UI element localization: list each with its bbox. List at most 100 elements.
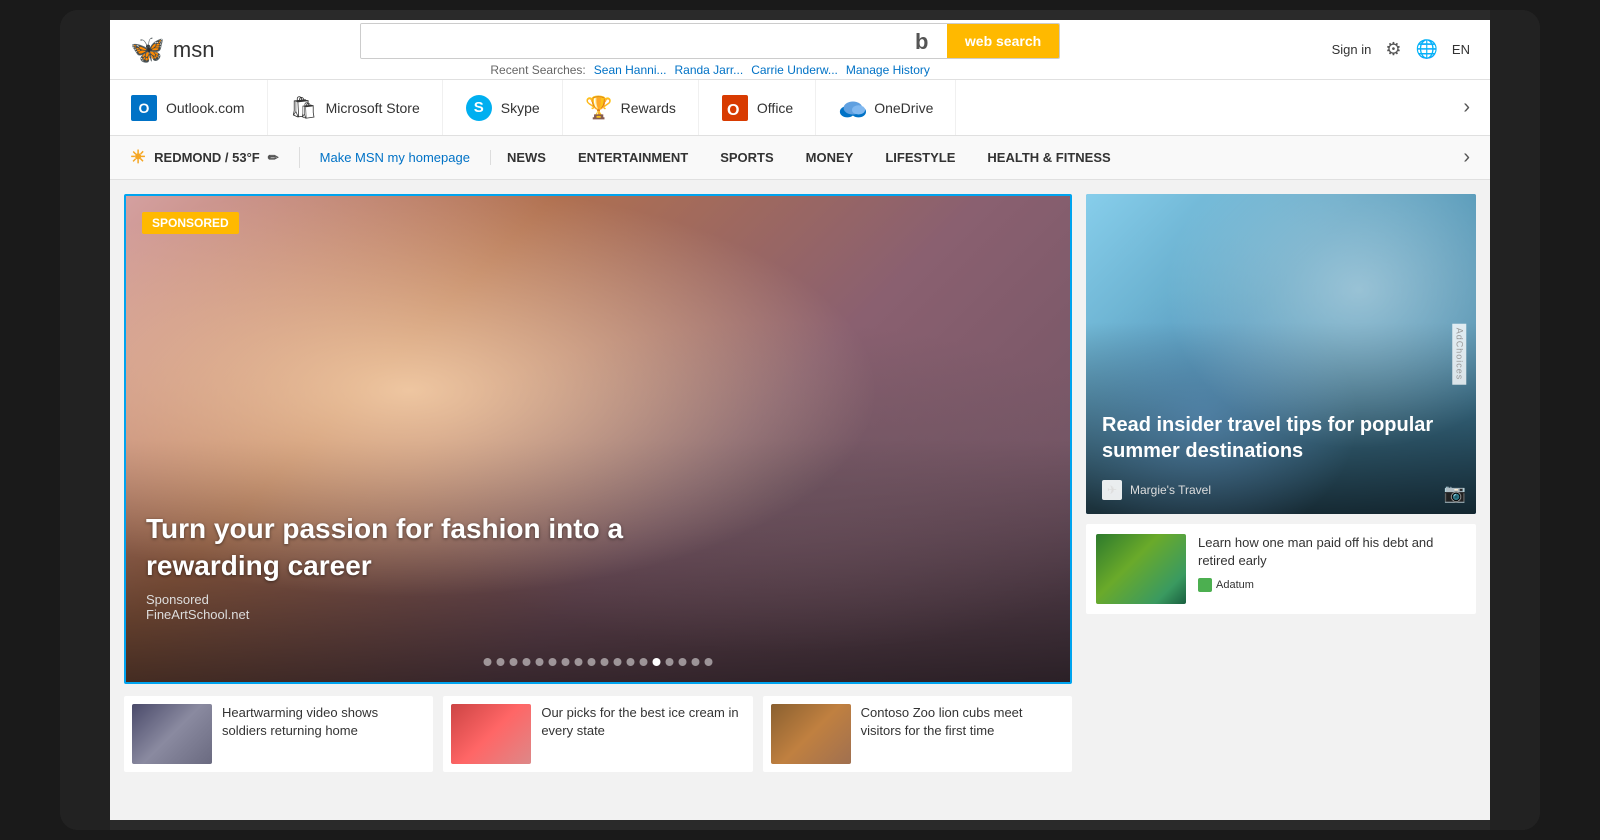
nav-skype[interactable]: S Skype xyxy=(443,80,563,135)
search-bar: b web search xyxy=(360,23,1060,59)
dot-7 xyxy=(562,658,570,666)
dot-14-active xyxy=(653,658,661,666)
toolbar-more-chevron[interactable]: › xyxy=(1463,146,1470,169)
dot-11 xyxy=(614,658,622,666)
nav-bar: O Outlook.com 🛍 Microsoft Store S Skype … xyxy=(110,80,1490,136)
nav-link-entertainment[interactable]: ENTERTAINMENT xyxy=(562,136,704,179)
news-card-debt[interactable]: Learn how one man paid off his debt and … xyxy=(1086,524,1476,614)
svg-text:b: b xyxy=(915,29,928,53)
ad-card-travel[interactable]: AdChoices Read insider travel tips for p… xyxy=(1086,194,1476,514)
content-nav-links: NEWS ENTERTAINMENT SPORTS MONEY LIFESTYL… xyxy=(491,136,1127,179)
news-title-debt: Learn how one man paid off his debt and … xyxy=(1198,534,1466,570)
news-thumb-soldiers xyxy=(132,704,212,764)
rewards-icon: 🏆 xyxy=(585,94,613,122)
news-text-debt: Learn how one man paid off his debt and … xyxy=(1198,534,1466,604)
hero-text-block: Turn your passion for fashion into a rew… xyxy=(146,511,696,622)
dot-6 xyxy=(549,658,557,666)
news-thumb-zoo xyxy=(771,704,851,764)
onedrive-icon xyxy=(838,94,866,122)
news-thumb-icecream xyxy=(451,704,531,764)
manage-history-link[interactable]: Manage History xyxy=(846,63,930,77)
dot-13 xyxy=(640,658,648,666)
nav-link-sports[interactable]: SPORTS xyxy=(704,136,789,179)
search-input[interactable] xyxy=(361,24,899,58)
logo-text: msn xyxy=(173,37,215,63)
news-text-zoo: Contoso Zoo lion cubs meet visitors for … xyxy=(861,704,1064,764)
nav-rewards[interactable]: 🏆 Rewards xyxy=(563,80,699,135)
toolbar: ☀ REDMOND / 53°F ✏ Make MSN my homepage … xyxy=(110,136,1490,180)
nav-link-lifestyle[interactable]: LIFESTYLE xyxy=(869,136,971,179)
nav-store-label: Microsoft Store xyxy=(326,100,420,116)
language-selector[interactable]: EN xyxy=(1452,42,1470,57)
dot-18 xyxy=(705,658,713,666)
nav-link-news[interactable]: NEWS xyxy=(491,136,562,179)
main-content: SPONSORED Turn your passion for fashion … xyxy=(110,180,1490,820)
news-card-icecream[interactable]: Our picks for the best ice cream in ever… xyxy=(443,696,752,772)
nav-office-label: Office xyxy=(757,100,793,116)
news-text-soldiers: Heartwarming video shows soldiers return… xyxy=(222,704,425,764)
ad-title: Read insider travel tips for popular sum… xyxy=(1102,412,1460,464)
weather-sun-icon: ☀ xyxy=(130,147,146,168)
nav-store[interactable]: 🛍 Microsoft Store xyxy=(268,80,443,135)
make-homepage-link[interactable]: Make MSN my homepage xyxy=(300,150,491,165)
location-box: ☀ REDMOND / 53°F ✏ xyxy=(130,147,300,168)
source-dot-icon xyxy=(1198,578,1212,592)
dot-17 xyxy=(692,658,700,666)
bing-icon: b xyxy=(899,24,947,58)
hero-source: Sponsored FineArtSchool.net xyxy=(146,592,696,622)
ad-text-block: Read insider travel tips for popular sum… xyxy=(1102,412,1460,464)
office-icon: O xyxy=(721,94,749,122)
msn-logo[interactable]: 🦋 msn xyxy=(130,33,214,66)
edit-location-icon[interactable]: ✏ xyxy=(268,150,279,166)
location-text: REDMOND / 53°F xyxy=(154,150,260,165)
logo-icon: 🦋 xyxy=(130,33,165,66)
news-card-zoo[interactable]: Contoso Zoo lion cubs meet visitors for … xyxy=(763,696,1072,772)
dot-1 xyxy=(484,658,492,666)
recent-search-1[interactable]: Sean Hanni... xyxy=(594,63,667,77)
nav-outlook-label: Outlook.com xyxy=(166,100,245,116)
outlook-icon: O xyxy=(130,94,158,122)
dot-5 xyxy=(536,658,544,666)
news-text-icecream: Our picks for the best ice cream in ever… xyxy=(541,704,744,764)
nav-office[interactable]: O Office xyxy=(699,80,816,135)
featured-section: SPONSORED Turn your passion for fashion … xyxy=(124,194,1072,820)
dot-15 xyxy=(666,658,674,666)
hero-card[interactable]: SPONSORED Turn your passion for fashion … xyxy=(124,194,1072,684)
svg-text:O: O xyxy=(727,102,739,119)
nav-link-money[interactable]: MONEY xyxy=(790,136,870,179)
settings-icon[interactable]: ⚙ xyxy=(1385,39,1401,60)
header: 🦋 msn b web search Recent Searches: Sean… xyxy=(110,20,1490,80)
dot-9 xyxy=(588,658,596,666)
nav-rewards-label: Rewards xyxy=(621,100,676,116)
recent-search-3[interactable]: Carrie Underw... xyxy=(751,63,838,77)
nav-more-chevron[interactable]: › xyxy=(1463,96,1470,119)
ad-background xyxy=(1086,194,1476,514)
ad-choices-label: AdChoices xyxy=(1453,324,1467,385)
store-icon: 🛍 xyxy=(290,94,318,122)
ad-source-icon: ✈ xyxy=(1102,480,1122,500)
nav-link-health[interactable]: HEALTH & FITNESS xyxy=(971,136,1126,179)
news-source-name: Adatum xyxy=(1216,579,1254,591)
dot-3 xyxy=(510,658,518,666)
right-column: AdChoices Read insider travel tips for p… xyxy=(1086,194,1476,820)
news-card-soldiers[interactable]: Heartwarming video shows soldiers return… xyxy=(124,696,433,772)
recent-searches-bar: Recent Searches: Sean Hanni... Randa Jar… xyxy=(360,63,1060,77)
search-button[interactable]: web search xyxy=(947,24,1059,58)
news-thumb-debt xyxy=(1096,534,1186,604)
recent-label: Recent Searches: xyxy=(490,63,585,77)
dot-16 xyxy=(679,658,687,666)
hero-dots xyxy=(484,658,713,666)
dot-4 xyxy=(523,658,531,666)
recent-search-2[interactable]: Randa Jarr... xyxy=(674,63,743,77)
nav-onedrive[interactable]: OneDrive xyxy=(816,80,956,135)
dot-12 xyxy=(627,658,635,666)
hero-title: Turn your passion for fashion into a rew… xyxy=(146,511,696,584)
nav-onedrive-label: OneDrive xyxy=(874,100,933,116)
ad-source-name: Margie's Travel xyxy=(1130,483,1211,497)
dot-8 xyxy=(575,658,583,666)
search-container: b web search Recent Searches: Sean Hanni… xyxy=(360,23,1060,77)
nav-outlook[interactable]: O Outlook.com xyxy=(130,80,268,135)
dot-10 xyxy=(601,658,609,666)
header-right: Sign in ⚙ 🌐 EN xyxy=(1332,39,1470,60)
sign-in-button[interactable]: Sign in xyxy=(1332,42,1372,57)
